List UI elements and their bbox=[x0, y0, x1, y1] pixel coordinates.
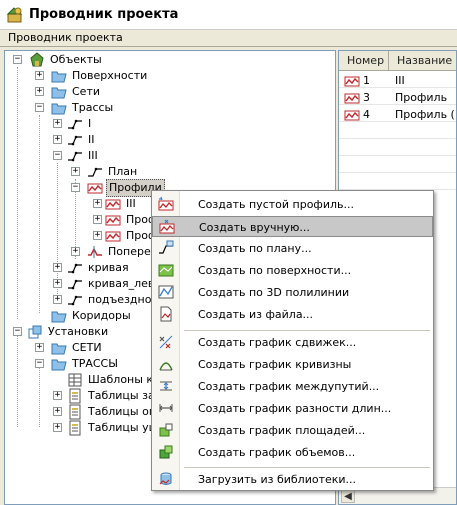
tree-item-route-3[interactable]: III bbox=[67, 148, 100, 164]
library-icon bbox=[159, 472, 172, 485]
menu-item-curvature-graph[interactable]: Создать график кривизны bbox=[152, 354, 433, 375]
list-row-1[interactable]: 1 bbox=[344, 73, 370, 89]
menu-separator bbox=[184, 467, 430, 468]
profile-icon bbox=[87, 183, 103, 194]
folder-open-icon bbox=[51, 103, 67, 115]
manual-profile-icon bbox=[159, 219, 175, 234]
route-icon bbox=[68, 119, 82, 130]
table-icon bbox=[69, 388, 81, 404]
profile-icon bbox=[344, 110, 360, 121]
area-graph-icon bbox=[159, 423, 173, 437]
menu-separator bbox=[184, 330, 430, 331]
tree-line bbox=[17, 333, 18, 427]
plan-profile-icon bbox=[159, 240, 174, 254]
row-name: III bbox=[395, 74, 405, 87]
column-header-number[interactable]: Номер bbox=[339, 51, 389, 71]
tree-item-surfaces[interactable]: Поверхности bbox=[51, 68, 149, 84]
cross-section-icon bbox=[88, 246, 102, 258]
table-icon bbox=[69, 420, 81, 436]
route-icon bbox=[68, 295, 82, 306]
list-row-3[interactable]: 4 bbox=[344, 107, 370, 123]
file-profile-icon bbox=[160, 306, 172, 322]
context-menu: Создать пустой профиль... Создать вручну… bbox=[151, 190, 434, 491]
tree-item-routes-settings[interactable]: ТРАССЫ bbox=[51, 356, 120, 372]
tree-item-tables-2[interactable]: Таблицы огр bbox=[67, 404, 164, 420]
route-icon bbox=[68, 263, 82, 274]
profile-icon bbox=[105, 231, 121, 242]
tree-item-tables-1[interactable]: Таблицы зак bbox=[67, 388, 163, 404]
profile-icon bbox=[344, 76, 360, 87]
tree-item-profile-1[interactable]: III bbox=[105, 196, 138, 212]
window-title: Проводник проекта bbox=[29, 7, 179, 22]
project-explorer-icon bbox=[6, 6, 23, 22]
template-icon bbox=[68, 373, 82, 387]
tree-item-curve[interactable]: кривая bbox=[67, 260, 131, 276]
route-icon bbox=[68, 135, 82, 146]
tree-item-curve-left[interactable]: кривая_лево bbox=[67, 276, 163, 292]
menu-item-length-difference-graph[interactable]: Создать график разности длин... bbox=[152, 398, 433, 419]
menu-item-track-spacing-graph[interactable]: Создать график междупутий... bbox=[152, 376, 433, 397]
tree-item-objects[interactable]: Объекты bbox=[29, 52, 104, 68]
list-row-2[interactable]: 3 bbox=[344, 90, 370, 106]
folder-icon bbox=[51, 311, 67, 323]
menu-item-volume-graph[interactable]: Создать график объемов... bbox=[152, 442, 433, 463]
track-spacing-icon bbox=[160, 381, 172, 391]
folder-icon bbox=[51, 87, 67, 99]
tree-item-routes[interactable]: Трассы bbox=[51, 100, 115, 116]
surface-profile-icon bbox=[158, 264, 174, 277]
panel-header: Проводник проекта bbox=[0, 30, 457, 47]
menu-item-create-empty-profile[interactable]: Создать пустой профиль... bbox=[152, 194, 433, 215]
polyline-profile-icon bbox=[158, 285, 174, 299]
menu-item-load-from-library[interactable]: Загрузить из библиотеки... bbox=[152, 469, 433, 490]
curvature-graph-icon bbox=[159, 362, 173, 371]
tree-line bbox=[39, 115, 40, 313]
tree-item-networks[interactable]: Сети bbox=[51, 84, 102, 100]
menu-item-shift-graph[interactable]: Создать график сдвижек... bbox=[152, 332, 433, 353]
row-number: 4 bbox=[363, 108, 370, 121]
menu-item-create-from-plan[interactable]: Создать по плану... bbox=[152, 238, 433, 259]
tree-item-route-1[interactable]: I bbox=[67, 116, 93, 132]
tree-item-route-2[interactable]: II bbox=[67, 132, 97, 148]
profile-icon bbox=[105, 215, 121, 226]
menu-item-create-from-3d-polyline[interactable]: Создать по 3D полилинии bbox=[152, 282, 433, 303]
tree-item-cross-sections[interactable]: Попереч bbox=[87, 244, 159, 260]
profile-icon bbox=[105, 199, 121, 210]
column-header-name[interactable]: Название bbox=[389, 51, 456, 71]
tree-item-corridors[interactable]: Коридоры bbox=[51, 308, 133, 324]
shift-graph-icon bbox=[159, 335, 173, 349]
tree-item-settings[interactable]: Установки bbox=[27, 324, 110, 340]
settings-icon bbox=[28, 325, 42, 339]
tree-item-plan[interactable]: План bbox=[87, 164, 139, 180]
folder-icon bbox=[51, 343, 67, 355]
folder-icon bbox=[51, 71, 67, 83]
volume-graph-icon bbox=[159, 445, 173, 459]
row-number: 1 bbox=[363, 74, 370, 87]
route-icon bbox=[68, 279, 82, 290]
profile-icon bbox=[344, 93, 360, 104]
title-bar: Проводник проекта bbox=[0, 0, 457, 30]
menu-item-create-from-surface[interactable]: Создать по поверхности... bbox=[152, 260, 433, 281]
tree-line bbox=[17, 67, 18, 319]
empty-profile-icon bbox=[158, 196, 174, 211]
row-name: Профиль bbox=[395, 91, 448, 104]
objects-icon bbox=[30, 52, 44, 67]
tree-line bbox=[39, 365, 40, 427]
menu-item-create-from-file[interactable]: Создать из файла... bbox=[152, 304, 433, 325]
row-name: Профиль (1) bbox=[395, 108, 456, 121]
length-difference-icon bbox=[159, 404, 173, 412]
menu-item-area-graph[interactable]: Создать график площадей... bbox=[152, 420, 433, 441]
folder-open-icon bbox=[51, 359, 67, 371]
plan-icon bbox=[88, 167, 102, 177]
tree-item-networks-settings[interactable]: СЕТИ bbox=[51, 340, 104, 356]
row-number: 3 bbox=[363, 91, 370, 104]
table-icon bbox=[69, 404, 81, 420]
menu-item-create-manually[interactable]: Создать вручную... bbox=[152, 216, 433, 237]
scroll-left-icon[interactable]: ◀ bbox=[341, 489, 355, 503]
tree-item-access-road[interactable]: подъездной bbox=[67, 292, 161, 308]
tree-item-templates[interactable]: Шаблоны ко bbox=[67, 372, 162, 388]
route-icon bbox=[68, 151, 82, 162]
